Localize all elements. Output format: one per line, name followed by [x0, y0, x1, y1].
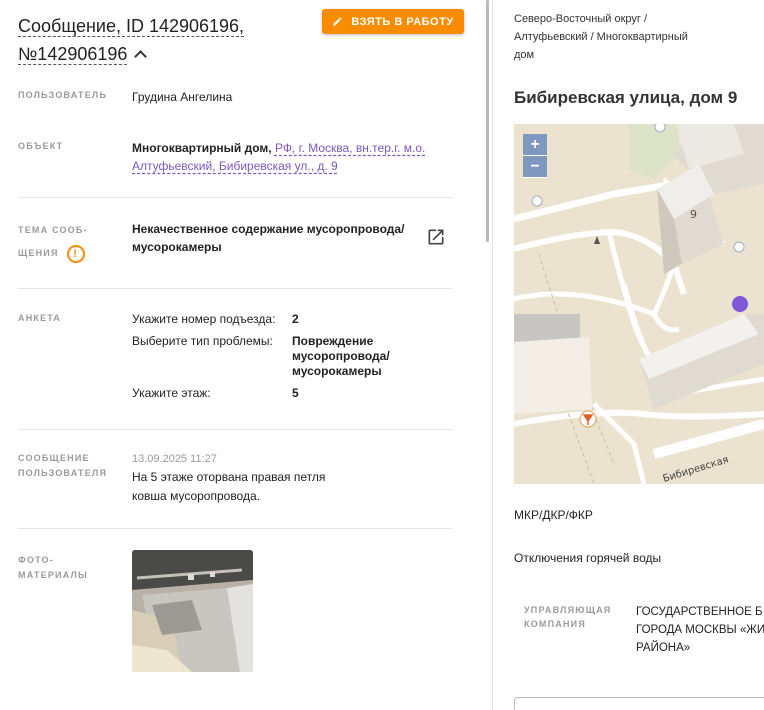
parking-icon — [654, 124, 666, 133]
chevron-up-icon[interactable] — [134, 50, 148, 63]
survey-question: Укажите этаж: — [132, 386, 211, 400]
parking-icon — [733, 241, 745, 253]
building-number: 9 — [690, 208, 697, 221]
divider — [18, 429, 452, 430]
take-to-work-button[interactable]: ВЗЯТЬ В РАБОТУ — [322, 9, 464, 34]
management-label-line-1: УПРАВЛЯЮЩАЯ — [524, 605, 612, 615]
message-label-line-1: СООБЩЕНИЕ — [18, 453, 90, 463]
message-text-line-1: На 5 этаже оторвана правая петля — [132, 470, 326, 484]
message-text-line-2: ковша мусоропровода. — [132, 489, 260, 503]
parking-icon — [531, 195, 543, 207]
take-to-work-label: ВЗЯТЬ В РАБОТУ — [351, 15, 454, 28]
survey-question: Укажите номер подъезда: — [132, 312, 276, 326]
breadcrumb-line-3: дом — [514, 49, 535, 61]
info-card — [514, 697, 764, 710]
map[interactable]: 9 Бибиревская + − — [514, 124, 764, 484]
scrollbar[interactable] — [486, 0, 489, 242]
title-line-1: Сообщение, ID 142906196, — [18, 16, 245, 36]
message-label: СООБЩЕНИЕ ПОЛЬЗОВАТЕЛЯ — [18, 451, 107, 481]
management-label-line-2: КОМПАНИЯ — [524, 619, 586, 629]
photos-label: ФОТО- МАТЕРИАЛЫ — [18, 553, 88, 583]
message-text: На 5 этаже оторвана правая петля ковша м… — [132, 468, 325, 506]
topic-value-line-2: мусорокамеры — [132, 240, 222, 254]
object-type: Многоквартирный дом, — [132, 141, 272, 155]
survey-answer: Повреждение мусоропровода/ мусорокамеры — [292, 334, 390, 379]
topic-label: ТЕМА СООБ- ЩЕНИЯ! — [18, 219, 88, 265]
title-line-2: №142906196 — [18, 44, 128, 64]
zoom-in-button[interactable]: + — [523, 134, 547, 156]
user-value: Грудина Ангелина — [132, 90, 233, 104]
pencil-icon — [333, 17, 342, 26]
topic-label-line-1: ТЕМА СООБ- — [18, 225, 88, 235]
map-zoom-controls: + − — [523, 134, 547, 178]
hot-water-section[interactable]: Отключения горячей воды — [514, 551, 661, 565]
breadcrumb: Северо-Восточный округ / Алтуфьевский / … — [514, 10, 734, 64]
survey-answer-line: Повреждение — [292, 334, 374, 348]
management-value: ГОСУДАРСТВЕННОЕ Б ГОРОДА МОСКВЫ «ЖИ РАЙО… — [636, 603, 764, 657]
user-label: ПОЛЬЗОВАТЕЛЬ — [18, 90, 108, 100]
location-panel: Северо-Восточный округ / Алтуфьевский / … — [493, 0, 764, 710]
survey-label: АНКЕТА — [18, 313, 62, 323]
divider — [18, 528, 452, 529]
survey-answer: 2 — [292, 312, 299, 326]
management-label: УПРАВЛЯЮЩАЯ КОМПАНИЯ — [524, 603, 624, 631]
survey-answer-line: мусоропровода/ — [292, 349, 390, 363]
photo-thumbnail[interactable] — [132, 550, 253, 672]
zoom-out-button[interactable]: − — [523, 156, 547, 178]
object-address-link-1[interactable]: РФ, г. Москва, вн.тер.г. м.о. — [275, 141, 425, 155]
survey-answer-line: мусорокамеры — [292, 364, 382, 378]
message-label-line-2: ПОЛЬЗОВАТЕЛЯ — [18, 468, 108, 478]
object-address-link-2[interactable]: Алтуфьевский, Бибиревская ул., д. 9 — [132, 159, 338, 173]
mkr-section[interactable]: МКР/ДКР/ФКР — [514, 508, 593, 522]
survey-answer: 5 — [292, 386, 299, 400]
map-canvas[interactable]: 9 Бибиревская — [514, 124, 764, 484]
warning-icon[interactable]: ! — [66, 244, 85, 263]
photos-label-line-2: МАТЕРИАЛЫ — [18, 570, 89, 580]
breadcrumb-line-1: Северо-Восточный округ / — [514, 13, 648, 25]
page-title[interactable]: Сообщение, ID 142906196, №142906196 — [18, 12, 308, 68]
address-title: Бибиревская улица, дом 9 — [514, 88, 738, 107]
message-date: 13.09.2025 11:27 — [132, 453, 217, 465]
object-label: ОБЪЕКТ — [18, 141, 64, 151]
management-line-1: ГОСУДАРСТВЕННОЕ Б — [636, 606, 763, 618]
message-panel: Сообщение, ID 142906196, №142906196 ВЗЯТ… — [0, 0, 490, 710]
topic-label-line-2: ЩЕНИЯ — [18, 248, 59, 258]
location-marker[interactable] — [732, 296, 748, 312]
photos-label-line-1: ФОТО- — [18, 555, 54, 565]
breadcrumb-line-2: Алтуфьевский / Многоквартирный — [514, 31, 688, 43]
divider — [18, 197, 452, 198]
survey-question: Выберите тип проблемы: — [132, 334, 273, 348]
object-value: Многоквартирный дом, РФ, г. Москва, вн.т… — [132, 139, 442, 175]
external-link-icon[interactable] — [426, 227, 446, 247]
topic-value-line-1: Некачественное содержание мусоропровода/ — [132, 222, 405, 236]
divider — [18, 288, 452, 289]
management-line-2: ГОРОДА МОСКВЫ «ЖИ — [636, 624, 764, 636]
management-line-3: РАЙОНА» — [636, 642, 691, 654]
topic-value: Некачественное содержание мусоропровода/… — [132, 220, 412, 256]
